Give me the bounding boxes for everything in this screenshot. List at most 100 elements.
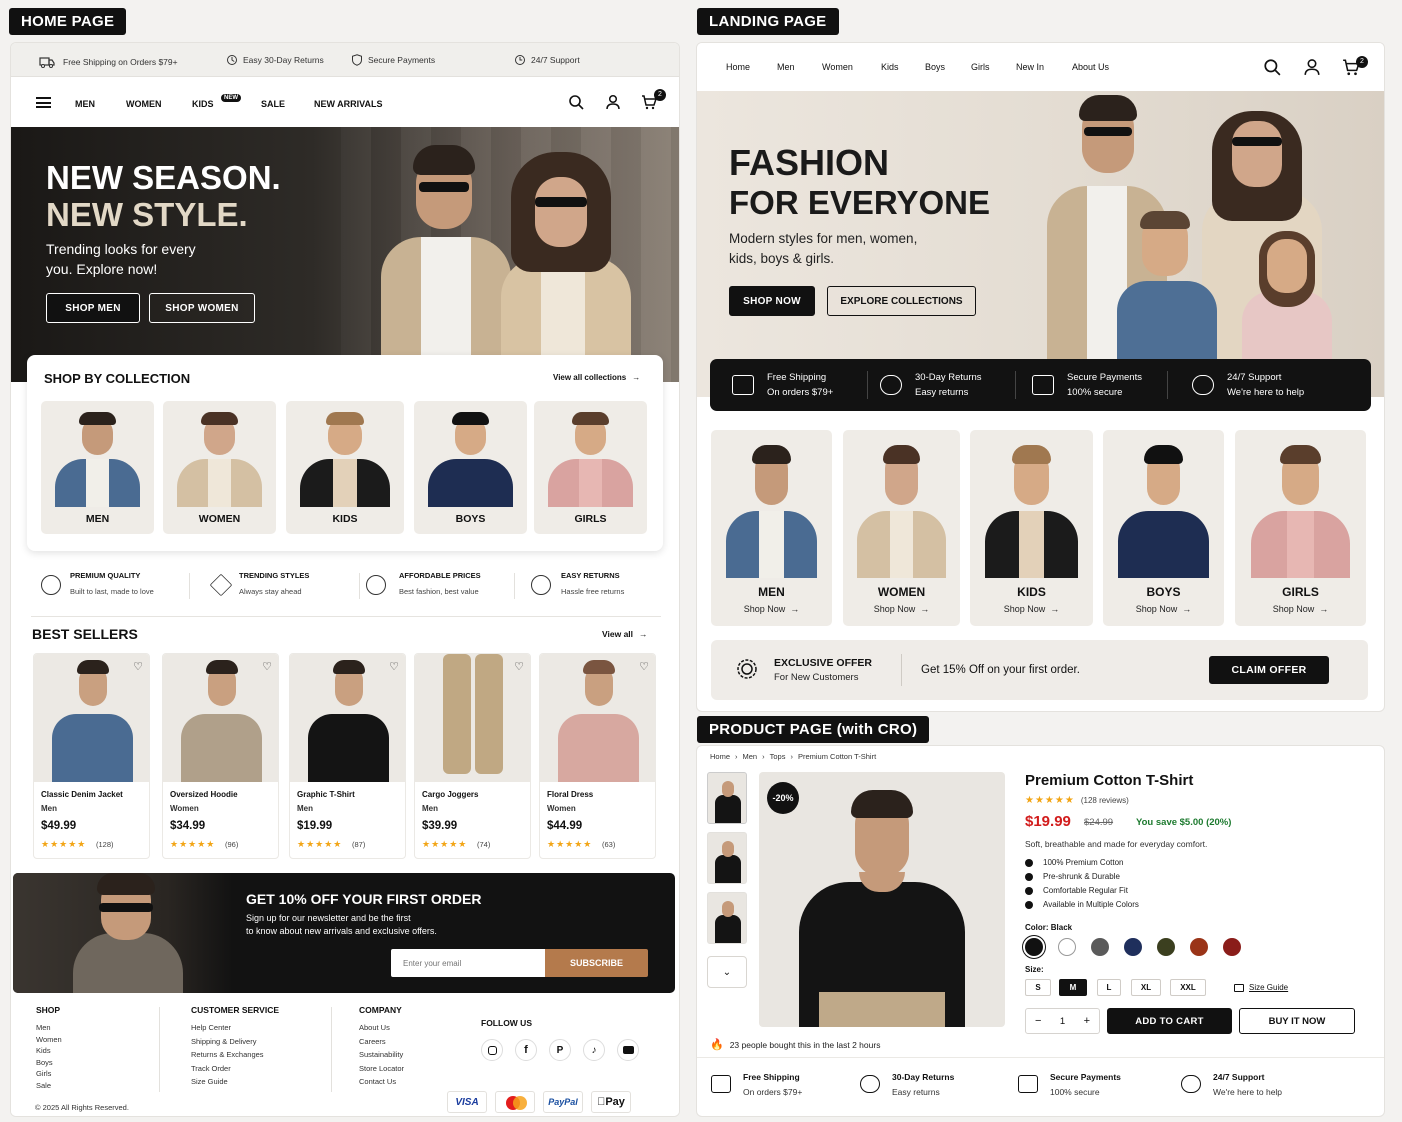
wishlist-heart-icon[interactable]: ♡: [389, 660, 399, 673]
menu-icon[interactable]: [36, 97, 51, 108]
category-card-men[interactable]: MEN Shop Now →: [711, 430, 832, 626]
category-card-girls[interactable]: GIRLS Shop Now →: [1235, 430, 1366, 626]
account-icon[interactable]: [605, 94, 621, 110]
size-option-l[interactable]: L: [1097, 979, 1121, 996]
product-card[interactable]: ♡ Graphic T-Shirt Men $19.99 ★★★★★ (87): [289, 653, 406, 859]
quantity-plus-button[interactable]: +: [1075, 1015, 1099, 1027]
landing-nav-men[interactable]: Men: [777, 62, 795, 72]
collection-card-women[interactable]: WOMEN: [163, 401, 276, 534]
product-card[interactable]: ♡ Classic Denim Jacket Men $49.99 ★★★★★ (128): [33, 653, 150, 859]
tiktok-icon[interactable]: ♪: [583, 1039, 605, 1061]
size-guide-link[interactable]: Size Guide: [1234, 983, 1288, 992]
size-option-xl[interactable]: XL: [1131, 979, 1161, 996]
landing-nav-new-in[interactable]: New In: [1016, 62, 1044, 72]
color-swatch[interactable]: [1223, 938, 1241, 956]
size-option-xxl[interactable]: XXL: [1170, 979, 1206, 996]
landing-nav-about-us[interactable]: About Us: [1072, 62, 1109, 72]
shop-now-link[interactable]: Shop Now →: [970, 604, 1093, 614]
product-card[interactable]: ♡ Oversized Hoodie Women $34.99 ★★★★★ (96): [162, 653, 279, 859]
breadcrumb-item[interactable]: Home: [710, 752, 730, 761]
footer-company-link[interactable]: About Us: [359, 1023, 390, 1032]
product-card[interactable]: ♡ Cargo Joggers Men $39.99 ★★★★★ (74): [414, 653, 531, 859]
thumbnails-scroll-down[interactable]: ⌄: [707, 956, 747, 988]
buy-it-now-button[interactable]: BUY IT NOW: [1239, 1008, 1355, 1034]
size-option-s[interactable]: S: [1025, 979, 1051, 996]
footer-shop-link[interactable]: Boys: [36, 1058, 53, 1067]
nav-kids[interactable]: KIDS: [192, 99, 214, 109]
footer-shop-link[interactable]: Girls: [36, 1069, 51, 1078]
footer-company-link[interactable]: Contact Us: [359, 1077, 396, 1086]
shop-now-link[interactable]: Shop Now →: [711, 604, 832, 614]
color-swatch[interactable]: [1091, 938, 1109, 956]
email-input[interactable]: [391, 949, 545, 977]
search-icon[interactable]: [568, 94, 584, 110]
best-sellers-view-all[interactable]: View all →: [602, 629, 648, 639]
breadcrumb-item[interactable]: Men: [743, 752, 758, 761]
search-icon[interactable]: [1263, 58, 1281, 76]
view-all-collections-link[interactable]: View all collections →: [553, 373, 640, 382]
collection-card-men[interactable]: MEN: [41, 401, 154, 534]
shop-women-button[interactable]: SHOP WOMEN: [149, 293, 255, 323]
landing-nav-boys[interactable]: Boys: [925, 62, 945, 72]
wishlist-heart-icon[interactable]: ♡: [639, 660, 649, 673]
shop-now-link[interactable]: Shop Now →: [1235, 604, 1366, 614]
footer-cs-link[interactable]: Returns & Exchanges: [191, 1050, 264, 1059]
footer-shop-link[interactable]: Sale: [36, 1081, 51, 1090]
color-swatch[interactable]: [1124, 938, 1142, 956]
category-card-women[interactable]: WOMEN Shop Now →: [843, 430, 960, 626]
product-card[interactable]: ♡ Floral Dress Women $44.99 ★★★★★ (63): [539, 653, 656, 859]
nav-women[interactable]: WOMEN: [126, 99, 162, 109]
quantity-value[interactable]: 1: [1050, 1016, 1074, 1027]
footer-cs-link[interactable]: Track Order: [191, 1064, 231, 1073]
size-option-m[interactable]: M: [1059, 979, 1087, 996]
landing-nav-girls[interactable]: Girls: [971, 62, 990, 72]
footer-company-link[interactable]: Store Locator: [359, 1064, 404, 1073]
review-count[interactable]: (128 reviews): [1081, 796, 1129, 805]
wishlist-heart-icon[interactable]: ♡: [133, 660, 143, 673]
color-swatch[interactable]: [1190, 938, 1208, 956]
wishlist-heart-icon[interactable]: ♡: [262, 660, 272, 673]
footer-shop-link[interactable]: Women: [36, 1035, 62, 1044]
quantity-minus-button[interactable]: −: [1026, 1015, 1050, 1027]
shop-now-button[interactable]: SHOP NOW: [729, 286, 815, 316]
return-icon: [880, 375, 902, 395]
category-card-kids[interactable]: KIDS Shop Now →: [970, 430, 1093, 626]
category-card-boys[interactable]: BOYS Shop Now →: [1103, 430, 1224, 626]
shop-now-link[interactable]: Shop Now →: [843, 604, 960, 614]
collection-card-boys[interactable]: BOYS: [414, 401, 527, 534]
collection-card-girls[interactable]: GIRLS: [534, 401, 647, 534]
account-icon[interactable]: [1303, 58, 1321, 76]
product-thumbnail[interactable]: [707, 772, 747, 824]
subscribe-button[interactable]: SUBSCRIBE: [545, 949, 648, 977]
product-thumbnail[interactable]: [707, 892, 747, 944]
youtube-icon[interactable]: [617, 1039, 639, 1061]
footer-cs-link[interactable]: Size Guide: [191, 1077, 228, 1086]
collection-card-kids[interactable]: KIDS: [286, 401, 404, 534]
facebook-icon[interactable]: f: [515, 1039, 537, 1061]
footer-company-link[interactable]: Sustainability: [359, 1050, 403, 1059]
color-swatch[interactable]: [1025, 938, 1043, 956]
wishlist-heart-icon[interactable]: ♡: [514, 660, 524, 673]
landing-nav-kids[interactable]: Kids: [881, 62, 899, 72]
nav-new-arrivals[interactable]: NEW ARRIVALS: [314, 99, 383, 109]
footer-cs-link[interactable]: Help Center: [191, 1023, 231, 1032]
footer-shop-link[interactable]: Kids: [36, 1046, 51, 1055]
footer-cs-link[interactable]: Shipping & Delivery: [191, 1037, 256, 1046]
explore-collections-button[interactable]: EXPLORE COLLECTIONS: [827, 286, 976, 316]
instagram-icon[interactable]: [481, 1039, 503, 1061]
shop-men-button[interactable]: SHOP MEN: [46, 293, 140, 323]
color-swatch[interactable]: [1157, 938, 1175, 956]
product-thumbnail[interactable]: [707, 832, 747, 884]
shop-now-link[interactable]: Shop Now →: [1103, 604, 1224, 614]
add-to-cart-button[interactable]: ADD TO CART: [1107, 1008, 1232, 1034]
footer-company-link[interactable]: Careers: [359, 1037, 386, 1046]
claim-offer-button[interactable]: CLAIM OFFER: [1209, 656, 1329, 684]
nav-sale[interactable]: SALE: [261, 99, 285, 109]
color-swatch[interactable]: [1058, 938, 1076, 956]
footer-shop-link[interactable]: Men: [36, 1023, 51, 1032]
breadcrumb-item[interactable]: Tops: [770, 752, 786, 761]
landing-nav-home[interactable]: Home: [726, 62, 750, 72]
nav-men[interactable]: MEN: [75, 99, 95, 109]
landing-nav-women[interactable]: Women: [822, 62, 853, 72]
pinterest-icon[interactable]: P: [549, 1039, 571, 1061]
